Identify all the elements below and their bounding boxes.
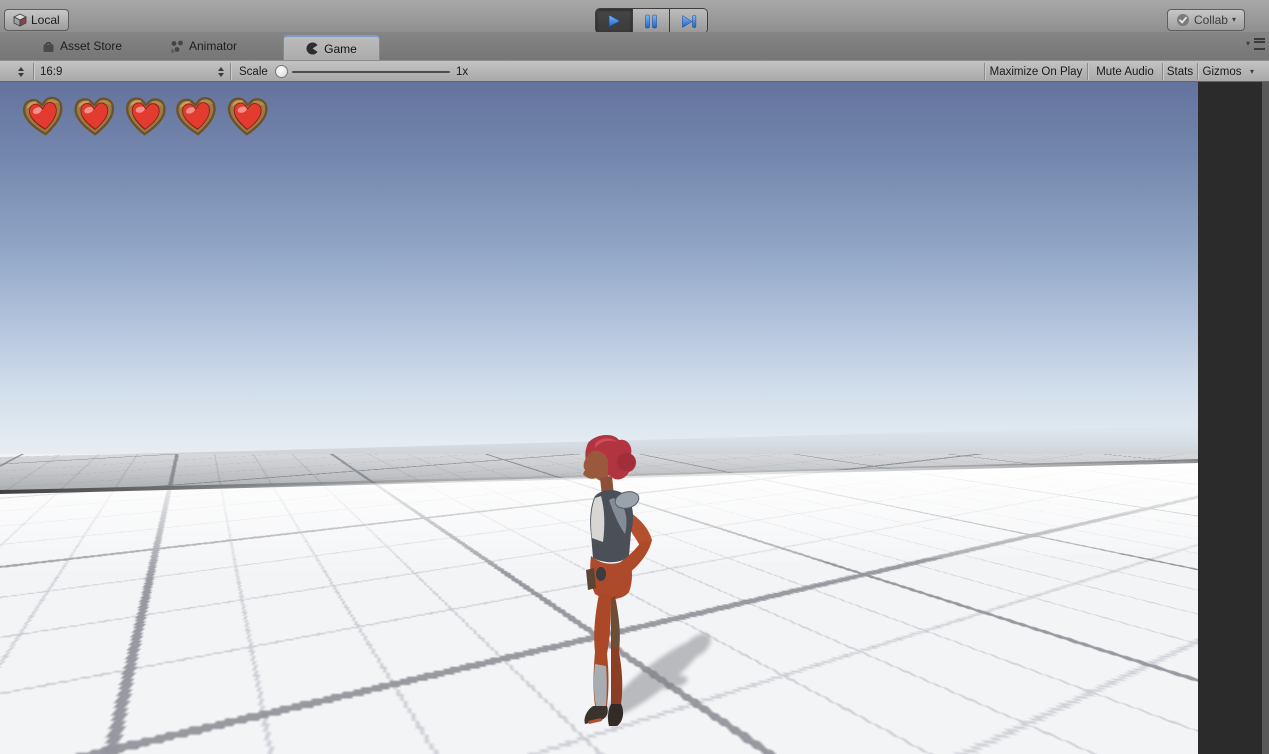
unity-editor-window: Local Collab ▾ Asset Store Animator Game… [0, 0, 1269, 754]
tab-label: Asset Store [60, 39, 123, 53]
cube-icon [13, 13, 27, 27]
tab-label: Game [324, 41, 357, 56]
collab-button-label: Collab [1193, 13, 1228, 27]
asset-store-icon [43, 41, 54, 52]
window-menu-caret-icon[interactable]: ▾ [1246, 40, 1250, 48]
tab-asset-store[interactable]: Asset Store [42, 32, 122, 60]
scale-value: 1x [456, 65, 469, 78]
animator-icon [171, 40, 183, 52]
scale-slider-track[interactable] [292, 71, 450, 73]
display-dropdown[interactable] [18, 61, 24, 82]
scale-slider-handle[interactable] [275, 65, 288, 78]
tab-game[interactable]: Game [283, 35, 380, 60]
tab-strip: Asset Store Animator Game ▾ [0, 32, 1269, 60]
main-toolbar: Local Collab ▾ [0, 0, 1269, 34]
stats-button[interactable]: Stats [1164, 61, 1196, 82]
menu-icon[interactable] [1254, 38, 1265, 50]
play-icon [608, 14, 621, 28]
local-button-label: Local [31, 13, 60, 27]
collab-caret-icon: ▾ [1231, 15, 1236, 24]
game-view-toolbar: 16:9 Scale 1x Maximize On Play Mute Audi… [0, 60, 1269, 82]
heart-icon [122, 94, 169, 137]
gizmos-button[interactable]: Gizmos [1199, 61, 1245, 82]
pause-button[interactable] [633, 9, 670, 33]
aspect-ratio-dropdown[interactable]: 16:9 [40, 61, 62, 82]
collab-button[interactable]: Collab ▾ [1167, 9, 1245, 31]
game-icon [306, 42, 318, 55]
step-forward-icon [681, 14, 696, 28]
step-button[interactable] [670, 9, 707, 33]
ground-grid [0, 454, 1198, 754]
check-circle-icon [1176, 14, 1189, 26]
letterbox-panel [1198, 82, 1262, 754]
sky-gradient [0, 82, 1198, 502]
game-viewport[interactable] [0, 82, 1198, 754]
heart-icon [20, 94, 67, 137]
hearts-row [20, 94, 271, 137]
collab-local-button[interactable]: Local [4, 9, 69, 31]
heart-icon [71, 94, 118, 137]
window-edge-strip [1262, 82, 1269, 754]
window-menu: ▾ [1246, 38, 1265, 50]
mute-audio-button[interactable]: Mute Audio [1089, 61, 1161, 82]
heart-icon [224, 94, 271, 137]
updown-arrows-icon [18, 66, 24, 77]
aspect-dropdown-arrows[interactable] [218, 61, 224, 82]
maximize-on-play-button[interactable]: Maximize On Play [986, 61, 1086, 82]
playback-controls [595, 8, 708, 34]
scale-label: Scale [239, 65, 268, 78]
tab-label: Animator [189, 39, 238, 53]
heart-icon [173, 94, 220, 137]
gizmos-caret-icon[interactable]: ▾ [1245, 61, 1259, 82]
play-button[interactable] [596, 9, 633, 33]
pause-icon [645, 14, 657, 28]
tab-animator[interactable]: Animator [170, 32, 237, 60]
updown-arrows-icon [218, 66, 224, 77]
aspect-ratio-value: 16:9 [40, 65, 63, 78]
